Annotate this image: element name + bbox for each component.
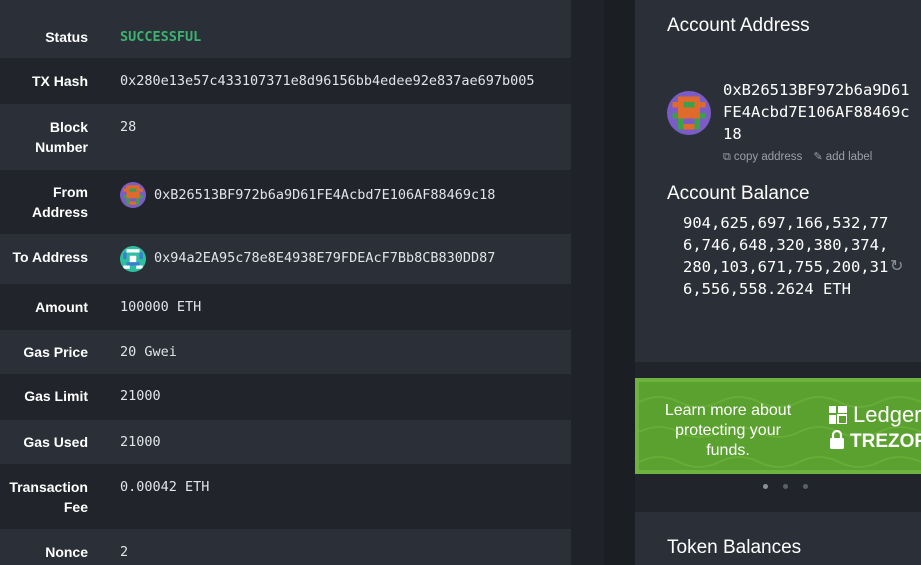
transaction-details-panel: Status SUCCESSFUL TX Hash 0x280e13e57c43…: [0, 0, 571, 565]
to-address-value[interactable]: 0x94a2EA95c78e8E4938E79FDEAcF7Bb8CB830DD…: [154, 248, 495, 268]
from-address-row: From Address 0xB26513BF972b6a9D61FE4Acbd…: [0, 170, 571, 234]
account-card: Account Address 0xB26513BF972b6a9D61FE4A…: [635, 0, 921, 362]
add-label-button[interactable]: ✎ add label: [813, 150, 872, 164]
to-address-row: To Address 0x94a2EA95c78e8E4938E79FDEAcF…: [0, 234, 571, 284]
copy-icon: ⧉: [723, 151, 731, 163]
column-divider: [604, 0, 635, 565]
amount-label: Amount: [35, 299, 88, 315]
gas-used-row: Gas Used 21000: [0, 420, 571, 464]
ledger-label: Ledger: [853, 402, 921, 427]
gas-price-label: Gas Price: [23, 344, 88, 360]
amount-row: Amount 100000 ETH: [0, 284, 571, 330]
account-identicon-icon: [667, 91, 711, 135]
tx-fee-row: Transaction Fee 0.00042 ETH: [0, 464, 571, 529]
tx-fee-value: 0.00042 ETH: [120, 479, 210, 495]
pencil-icon: ✎: [813, 151, 823, 163]
banner-inner: Learn more about protecting your funds. …: [639, 382, 921, 470]
trezor-label: TREZOR: [850, 431, 921, 452]
gas-used-value: 21000: [120, 434, 161, 450]
nonce-label: Nonce: [45, 544, 88, 560]
account-address-title: Account Address: [667, 15, 810, 36]
tx-hash-row: TX Hash 0x280e13e57c433107371e8d96156bb4…: [0, 58, 571, 104]
gas-used-label: Gas Used: [23, 434, 88, 450]
account-avatar: [667, 91, 711, 135]
tx-hash-label: TX Hash: [31, 73, 88, 89]
tx-fee-label: Transaction Fee: [9, 479, 88, 515]
account-address-value[interactable]: 0xB26513BF972b6a9D61FE4Acbd7E106AF88469c…: [723, 79, 913, 145]
block-number-row: Block Number 28: [0, 104, 571, 170]
to-avatar: [120, 246, 146, 272]
block-number-value[interactable]: 28: [120, 117, 136, 137]
status-value: SUCCESSFUL: [120, 29, 202, 45]
from-address-value[interactable]: 0xB26513BF972b6a9D61FE4Acbd7E106AF88469c…: [154, 185, 495, 205]
gas-limit-row: Gas Limit 21000: [0, 374, 571, 420]
nonce-row: Nonce 2: [0, 529, 571, 565]
nonce-value: 2: [120, 544, 129, 560]
status-label: Status: [45, 29, 88, 45]
tx-hash-value[interactable]: 0x280e13e57c433107371e8d96156bb4edee92e8…: [120, 71, 571, 91]
from-identicon-icon: [120, 182, 146, 208]
account-balance-title: Account Balance: [667, 183, 810, 204]
refresh-icon[interactable]: ↻: [890, 256, 903, 276]
gas-limit-label: Gas Limit: [24, 388, 88, 404]
gas-price-row: Gas Price 20 Gwei: [0, 330, 571, 374]
banner-text: Learn more about protecting your funds.: [664, 402, 792, 459]
carousel-dot-1[interactable]: [763, 484, 768, 489]
token-balances-card: Token Balances: [635, 512, 921, 565]
block-number-label: Block Number: [35, 119, 88, 155]
app-root: Status SUCCESSFUL TX Hash 0x280e13e57c43…: [0, 0, 921, 565]
copy-address-label: copy address: [733, 151, 803, 163]
carousel-dot-3[interactable]: [803, 484, 808, 489]
trezor-brand: TREZOR: [829, 430, 921, 454]
gas-price-value: 20 Gwei: [120, 344, 177, 360]
trezor-lock-icon: [830, 430, 844, 449]
to-address-label: To Address: [12, 249, 88, 265]
account-balance-value: 904,625,697,166,532,776,746,648,320,380,…: [683, 214, 889, 298]
to-identicon-icon: [120, 246, 146, 272]
carousel-dot-2[interactable]: [783, 484, 788, 489]
copy-address-button[interactable]: ⧉ copy address: [723, 150, 802, 164]
ledger-logo-icon: [829, 406, 847, 424]
ledger-brand: Ledger: [829, 402, 921, 428]
token-balances-title: Token Balances: [667, 537, 802, 558]
from-address-label: From Address: [31, 184, 88, 220]
gas-limit-value: 21000: [120, 388, 161, 404]
status-row: Status SUCCESSFUL: [0, 0, 571, 58]
add-label-text: add label: [825, 151, 873, 163]
amount-value: 100000 ETH: [120, 299, 202, 315]
hardware-wallet-banner[interactable]: Learn more about protecting your funds. …: [635, 378, 921, 474]
account-actions: ⧉ copy address ✎ add label: [723, 150, 880, 164]
carousel-dots: [763, 484, 823, 492]
from-avatar: [120, 182, 146, 208]
